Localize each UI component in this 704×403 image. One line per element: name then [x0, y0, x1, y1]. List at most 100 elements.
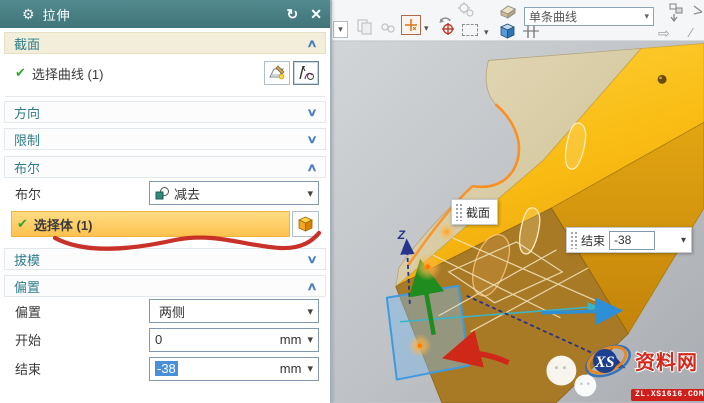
- solid-wedge-icon[interactable]: [498, 3, 518, 20]
- section-header-label: 偏置: [14, 277, 40, 296]
- dropdown-arrow-icon[interactable]: ▾: [307, 333, 313, 346]
- xs-initials: XS: [594, 354, 615, 371]
- offset-type-row: 偏置 两侧 ▾: [3, 297, 327, 325]
- snap-point-icon: [404, 18, 418, 32]
- end-value[interactable]: -38: [155, 361, 178, 376]
- right-arrow-glyph: ⇨: [658, 25, 670, 42]
- snap-point-button[interactable]: [401, 15, 421, 35]
- sketch-section-icon: [268, 65, 286, 81]
- end-unit: mm: [280, 361, 302, 376]
- dropdown-arrow-icon: ▾: [484, 27, 489, 38]
- link-icon[interactable]: [380, 21, 396, 35]
- drag-handle[interactable]: [455, 203, 464, 221]
- dialog-body: 截面 ∧ ✔ 选择曲线 (1): [0, 28, 330, 383]
- boolean-dropdown[interactable]: 减去 ▾: [149, 181, 319, 205]
- x-direction-arrow[interactable]: [541, 311, 616, 313]
- solid-body-cube-icon: [296, 215, 315, 234]
- boolean-row: 布尔 减去 ▾: [3, 178, 327, 208]
- forward-arrow-icon[interactable]: ⇨: [658, 25, 670, 42]
- start-value[interactable]: 0: [155, 332, 162, 347]
- link-glyph: [380, 21, 396, 35]
- select-mode-dropdown-arrow[interactable]: ▾: [484, 27, 489, 38]
- snap-point-dropdown-arrow[interactable]: ▾: [424, 23, 429, 34]
- orbit-point-icon[interactable]: [435, 14, 457, 38]
- site-watermark: XS 资料网 ZL.XS1616.COM: [583, 337, 703, 401]
- divider: [5, 96, 325, 97]
- extrude-dialog: ⚙ 拉伸 ↻ ✕ 截面 ∧ ✔ 选择曲线 (1): [0, 0, 331, 403]
- wedge-glyph: [498, 3, 518, 20]
- section-header-boolean[interactable]: 布尔 ∧: [4, 156, 326, 178]
- offset-type-dropdown[interactable]: 两侧 ▾: [149, 299, 319, 323]
- dropdown-arrow-icon: ▾: [644, 11, 649, 22]
- section-header-label: 布尔: [14, 158, 40, 177]
- blue-cube-icon[interactable]: [498, 22, 517, 40]
- reset-button[interactable]: ↻: [287, 6, 299, 23]
- part-hole[interactable]: [658, 75, 667, 84]
- section-drag-tag[interactable]: 截面: [451, 199, 498, 225]
- chevron-down-icon[interactable]: ∨: [306, 133, 317, 146]
- chevron-down-icon[interactable]: ∨: [306, 253, 317, 266]
- section-header-limits[interactable]: 限制 ∨: [4, 128, 326, 150]
- edge-snap-icon[interactable]: [692, 2, 704, 26]
- drag-handle[interactable]: [570, 231, 579, 249]
- dropdown-arrow-icon[interactable]: ▾: [307, 362, 313, 375]
- section-header-direction[interactable]: 方向 ∨: [4, 101, 326, 123]
- curve-rule-value: 单条曲线: [529, 8, 577, 25]
- chevron-up-icon[interactable]: ∧: [306, 161, 317, 174]
- section-header-label: 拔模: [14, 250, 40, 269]
- chevron-up-icon[interactable]: ∧: [306, 280, 317, 293]
- start-label: 开始: [15, 330, 41, 349]
- end-value-drag-tag[interactable]: 结束 -38 ▾: [566, 227, 692, 253]
- fence-stop-icon[interactable]: [522, 24, 540, 39]
- clipboard-icon: [356, 18, 374, 36]
- dropdown-arrow-icon[interactable]: ▾: [681, 235, 686, 246]
- show-shortcuts-icon[interactable]: [356, 18, 374, 36]
- select-body-label: 选择体 (1): [34, 215, 93, 234]
- z-axis-label: Z: [397, 228, 406, 242]
- dropdown-arrow-icon: ▾: [424, 23, 429, 34]
- dropdown-arrow-icon: ▾: [307, 187, 313, 200]
- snap-settings-icon[interactable]: [666, 2, 686, 26]
- offset-type-value: 两侧: [159, 302, 185, 321]
- dashed-rect-glyph: [462, 24, 478, 36]
- end-label: 结束: [15, 359, 41, 378]
- end-value-input[interactable]: -38 mm ▾: [149, 357, 319, 381]
- snap-toolbar: ▾ ▾: [332, 0, 704, 41]
- start-unit: mm: [280, 332, 302, 347]
- dropdown-arrow-icon: ▾: [338, 24, 343, 35]
- body-cube-button[interactable]: [292, 211, 319, 237]
- sketch-section-button[interactable]: [264, 61, 290, 85]
- select-body-highlight[interactable]: ✔ 选择体 (1): [11, 211, 290, 237]
- boolean-label: 布尔: [15, 184, 41, 203]
- offset-end-row: 结束 -38 mm ▾: [3, 354, 327, 383]
- measure-line-icon[interactable]: ∕: [690, 25, 692, 40]
- rectangle-select-icon[interactable]: [462, 24, 478, 36]
- chevron-up-icon[interactable]: ∧: [306, 37, 317, 50]
- section-header-offset[interactable]: 偏置 ∧: [4, 275, 326, 297]
- dialog-title: 拉伸: [43, 5, 71, 24]
- curve-rule-dropdown[interactable]: 单条曲线 ▾: [524, 7, 654, 26]
- wcs-gears-icon[interactable]: [456, 1, 476, 19]
- combo-remnant-arrow[interactable]: ▾: [333, 21, 348, 38]
- select-body-row: ✔ 选择体 (1): [3, 208, 327, 240]
- section-header-section[interactable]: 截面 ∧: [4, 32, 326, 54]
- subtract-boolean-icon: [155, 186, 170, 200]
- section-header-draft[interactable]: 拔模 ∨: [4, 248, 326, 270]
- watermark-name: 资料网: [635, 346, 698, 375]
- curve-button[interactable]: [293, 61, 319, 85]
- app-window: ⚙ 拉伸 ↻ ✕ 截面 ∧ ✔ 选择曲线 (1): [0, 0, 704, 403]
- close-button[interactable]: ✕: [310, 6, 322, 23]
- section-header-label: 限制: [14, 130, 40, 149]
- end-tag-input[interactable]: -38: [609, 231, 655, 250]
- watermark-url: ZL.XS1616.COM: [631, 389, 704, 401]
- offset-start-row: 开始 0 mm ▾: [3, 325, 327, 354]
- select-curve-row[interactable]: ✔ 选择曲线 (1): [3, 54, 327, 92]
- chevron-down-icon[interactable]: ∨: [306, 106, 317, 119]
- boolean-value: 减去: [174, 184, 200, 203]
- part-hole-highlight: [659, 77, 662, 80]
- start-value-input[interactable]: 0 mm ▾: [149, 328, 319, 352]
- offset-label: 偏置: [15, 302, 41, 321]
- dialog-menu-gear-icon[interactable]: ⚙: [22, 6, 35, 23]
- dialog-titlebar[interactable]: ⚙ 拉伸 ↻ ✕: [0, 0, 330, 28]
- partial-glyph: [692, 2, 704, 26]
